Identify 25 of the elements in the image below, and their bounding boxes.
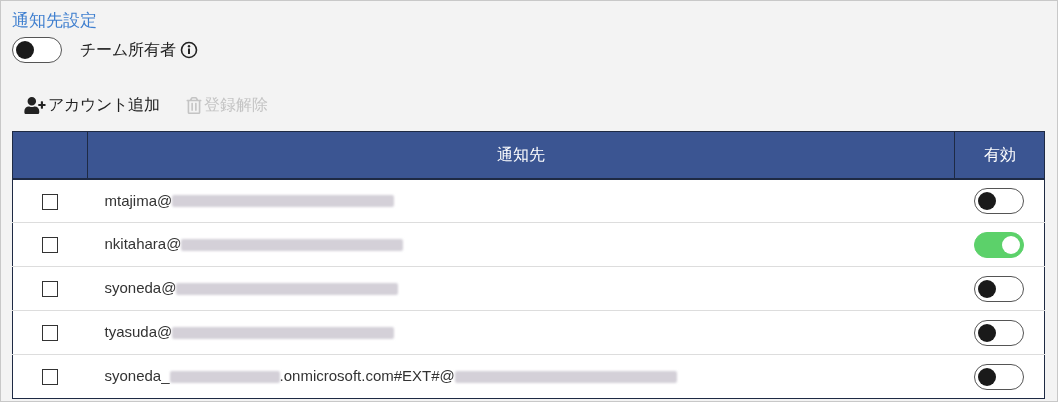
toggle-label: チーム所有者: [80, 40, 176, 60]
column-header: 有効: [954, 131, 1045, 179]
add-account-button[interactable]: アカウント追加: [24, 93, 160, 117]
enabled-toggle[interactable]: [974, 275, 1025, 302]
row-checkbox[interactable]: [42, 281, 59, 298]
info-icon: [180, 41, 198, 59]
email-text: .onmicrosoft.com#EXT#@: [279, 366, 455, 387]
row-checkbox[interactable]: [42, 237, 59, 254]
section-title: 通知先設定: [12, 10, 98, 32]
email-text: syoneda@: [104, 278, 177, 299]
email-text: tyasuda@: [104, 322, 173, 343]
team-owner-toggle[interactable]: [12, 37, 62, 63]
email-text: nkitahara@: [104, 234, 182, 255]
email-text: mtajima@: [104, 190, 173, 211]
row-checkbox[interactable]: [42, 325, 59, 342]
trash-icon: [186, 96, 202, 114]
row-checkbox[interactable]: [42, 369, 59, 386]
enabled-toggle[interactable]: [974, 231, 1025, 258]
add-user-icon: [24, 96, 46, 114]
enabled-toggle[interactable]: [974, 363, 1025, 390]
column-header: 通知先: [87, 131, 955, 179]
email-text: syoneda_: [104, 366, 170, 387]
enabled-toggle[interactable]: [974, 319, 1025, 346]
enabled-toggle[interactable]: [974, 187, 1025, 214]
row-checkbox[interactable]: [42, 193, 59, 210]
